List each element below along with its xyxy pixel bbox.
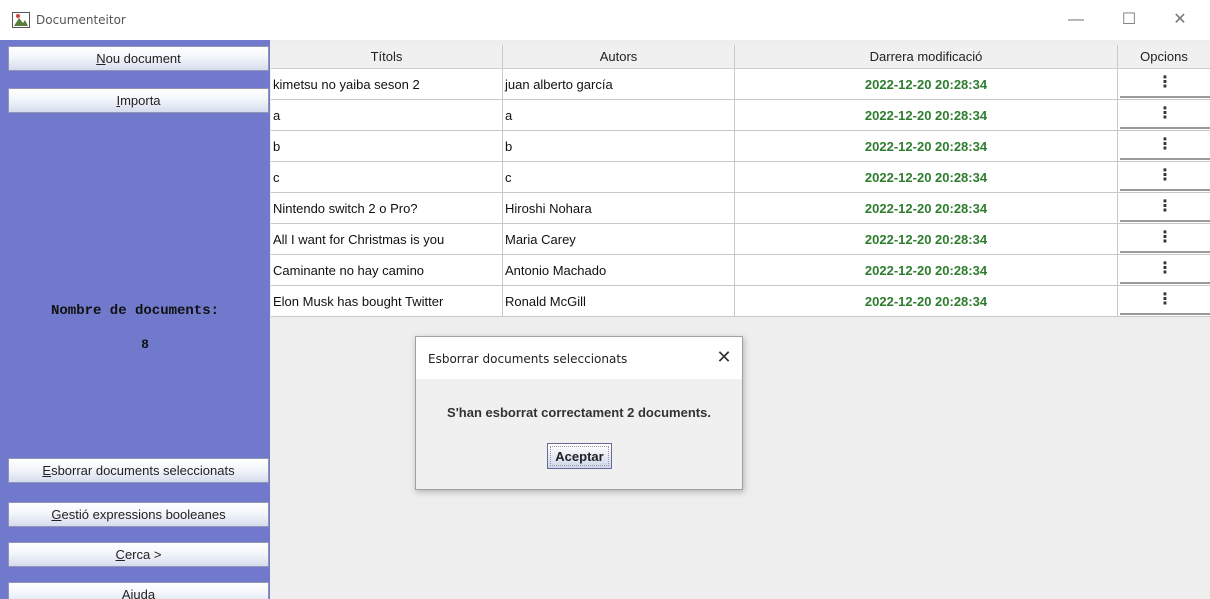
cell-date: 2022-12-20 20:28:34 [735, 131, 1118, 161]
table-row[interactable]: All I want for Christmas is you Maria Ca… [271, 224, 1210, 255]
cell-options: ⋮ [1118, 162, 1210, 192]
mnemonic: C [115, 547, 125, 562]
dialog-title: Esborrar documents seleccionats [428, 352, 628, 366]
close-icon[interactable]: ✕ [1170, 10, 1190, 30]
button-label: estió expressions booleanes [61, 507, 226, 522]
button-label: ou document [105, 51, 181, 66]
cell-title[interactable]: b [271, 131, 503, 161]
options-menu-button[interactable]: ⋮ [1120, 164, 1210, 191]
table-header: Títols Autors Darrera modificació Opcion… [271, 45, 1210, 69]
options-menu-button[interactable]: ⋮ [1120, 257, 1210, 284]
mnemonic: N [96, 51, 106, 66]
accept-button[interactable]: Aceptar [547, 443, 612, 469]
column-header-options[interactable]: Opcions [1118, 45, 1210, 68]
table-row[interactable]: b b 2022-12-20 20:28:34 ⋮ [271, 131, 1210, 162]
cell-date: 2022-12-20 20:28:34 [735, 100, 1118, 130]
cell-author[interactable]: Maria Carey [503, 224, 735, 254]
cell-date: 2022-12-20 20:28:34 [735, 69, 1118, 99]
table-row[interactable]: c c 2022-12-20 20:28:34 ⋮ [271, 162, 1210, 193]
button-label: erca > [124, 547, 162, 562]
new-document-button[interactable]: Nou document [8, 46, 269, 71]
cell-author[interactable]: Hiroshi Nohara [503, 193, 735, 223]
table-row[interactable]: Caminante no hay camino Antonio Machado … [271, 255, 1210, 286]
cell-author[interactable]: a [503, 100, 735, 130]
cell-title[interactable]: Caminante no hay camino [271, 255, 503, 285]
cell-author[interactable]: Ronald McGill [503, 286, 735, 316]
delete-selected-button[interactable]: Esborrar documents seleccionats [8, 458, 269, 483]
cell-options: ⋮ [1118, 69, 1210, 99]
dialog-message: S'han esborrat correctament 2 documents. [447, 405, 711, 420]
table-row[interactable]: Nintendo switch 2 o Pro? Hiroshi Nohara … [271, 193, 1210, 224]
cell-title[interactable]: Elon Musk has bought Twitter [271, 286, 503, 316]
search-button[interactable]: Cerca > [8, 542, 269, 567]
confirmation-dialog: Esborrar documents seleccionats ✕ S'han … [415, 336, 743, 490]
cell-options: ⋮ [1118, 286, 1210, 316]
options-menu-button[interactable]: ⋮ [1120, 226, 1210, 253]
table-row[interactable]: Elon Musk has bought Twitter Ronald McGi… [271, 286, 1210, 317]
cell-author[interactable]: c [503, 162, 735, 192]
table-row[interactable]: kimetsu no yaiba seson 2 juan alberto ga… [271, 69, 1210, 100]
dialog-close-icon[interactable]: ✕ [714, 347, 734, 367]
options-menu-button[interactable]: ⋮ [1120, 102, 1210, 129]
cell-author[interactable]: b [503, 131, 735, 161]
cell-options: ⋮ [1118, 100, 1210, 130]
options-menu-button[interactable]: ⋮ [1120, 71, 1210, 98]
window-title: Documenteitor [36, 13, 126, 27]
cell-author[interactable]: juan alberto garcía [503, 69, 735, 99]
cell-title[interactable]: All I want for Christmas is you [271, 224, 503, 254]
sidebar: Nou document Importa Nombre de documents… [0, 40, 270, 599]
cell-title[interactable]: kimetsu no yaiba seson 2 [271, 69, 503, 99]
window-titlebar: Documenteitor — ☐ ✕ [0, 0, 1210, 40]
button-label: sborrar documents seleccionats [51, 463, 235, 478]
maximize-icon[interactable]: ☐ [1119, 10, 1139, 30]
cell-options: ⋮ [1118, 224, 1210, 254]
dialog-titlebar: Esborrar documents seleccionats ✕ [416, 337, 742, 379]
cell-date: 2022-12-20 20:28:34 [735, 193, 1118, 223]
table-row[interactable]: a a 2022-12-20 20:28:34 ⋮ [271, 100, 1210, 131]
cell-author[interactable]: Antonio Machado [503, 255, 735, 285]
cell-options: ⋮ [1118, 193, 1210, 223]
options-menu-button[interactable]: ⋮ [1120, 133, 1210, 160]
column-header-titles[interactable]: Títols [271, 45, 503, 68]
cell-date: 2022-12-20 20:28:34 [735, 255, 1118, 285]
cell-title[interactable]: a [271, 100, 503, 130]
minimize-icon[interactable]: — [1066, 10, 1086, 30]
button-label: mporta [120, 93, 161, 108]
cell-options: ⋮ [1118, 131, 1210, 161]
documents-count-label: Nombre de documents: [50, 303, 220, 319]
options-menu-button[interactable]: ⋮ [1120, 195, 1210, 222]
button-label: Ajuda [121, 587, 156, 599]
mnemonic: G [51, 507, 62, 522]
import-button[interactable]: Importa [8, 88, 269, 113]
cell-title[interactable]: Nintendo switch 2 o Pro? [271, 193, 503, 223]
cell-title[interactable]: c [271, 162, 503, 192]
column-header-authors[interactable]: Autors [503, 45, 735, 68]
app-icon [12, 12, 30, 28]
mnemonic: E [42, 463, 52, 478]
options-menu-button[interactable]: ⋮ [1120, 288, 1210, 315]
documents-table: Títols Autors Darrera modificació Opcion… [271, 45, 1210, 317]
cell-date: 2022-12-20 20:28:34 [735, 162, 1118, 192]
column-header-modified[interactable]: Darrera modificació [735, 45, 1118, 68]
cell-options: ⋮ [1118, 255, 1210, 285]
boolean-expressions-button[interactable]: Gestió expressions booleanes [8, 502, 269, 527]
help-button[interactable]: Ajuda [8, 582, 269, 599]
cell-date: 2022-12-20 20:28:34 [735, 286, 1118, 316]
documents-count-value: 8 [141, 337, 149, 352]
cell-date: 2022-12-20 20:28:34 [735, 224, 1118, 254]
